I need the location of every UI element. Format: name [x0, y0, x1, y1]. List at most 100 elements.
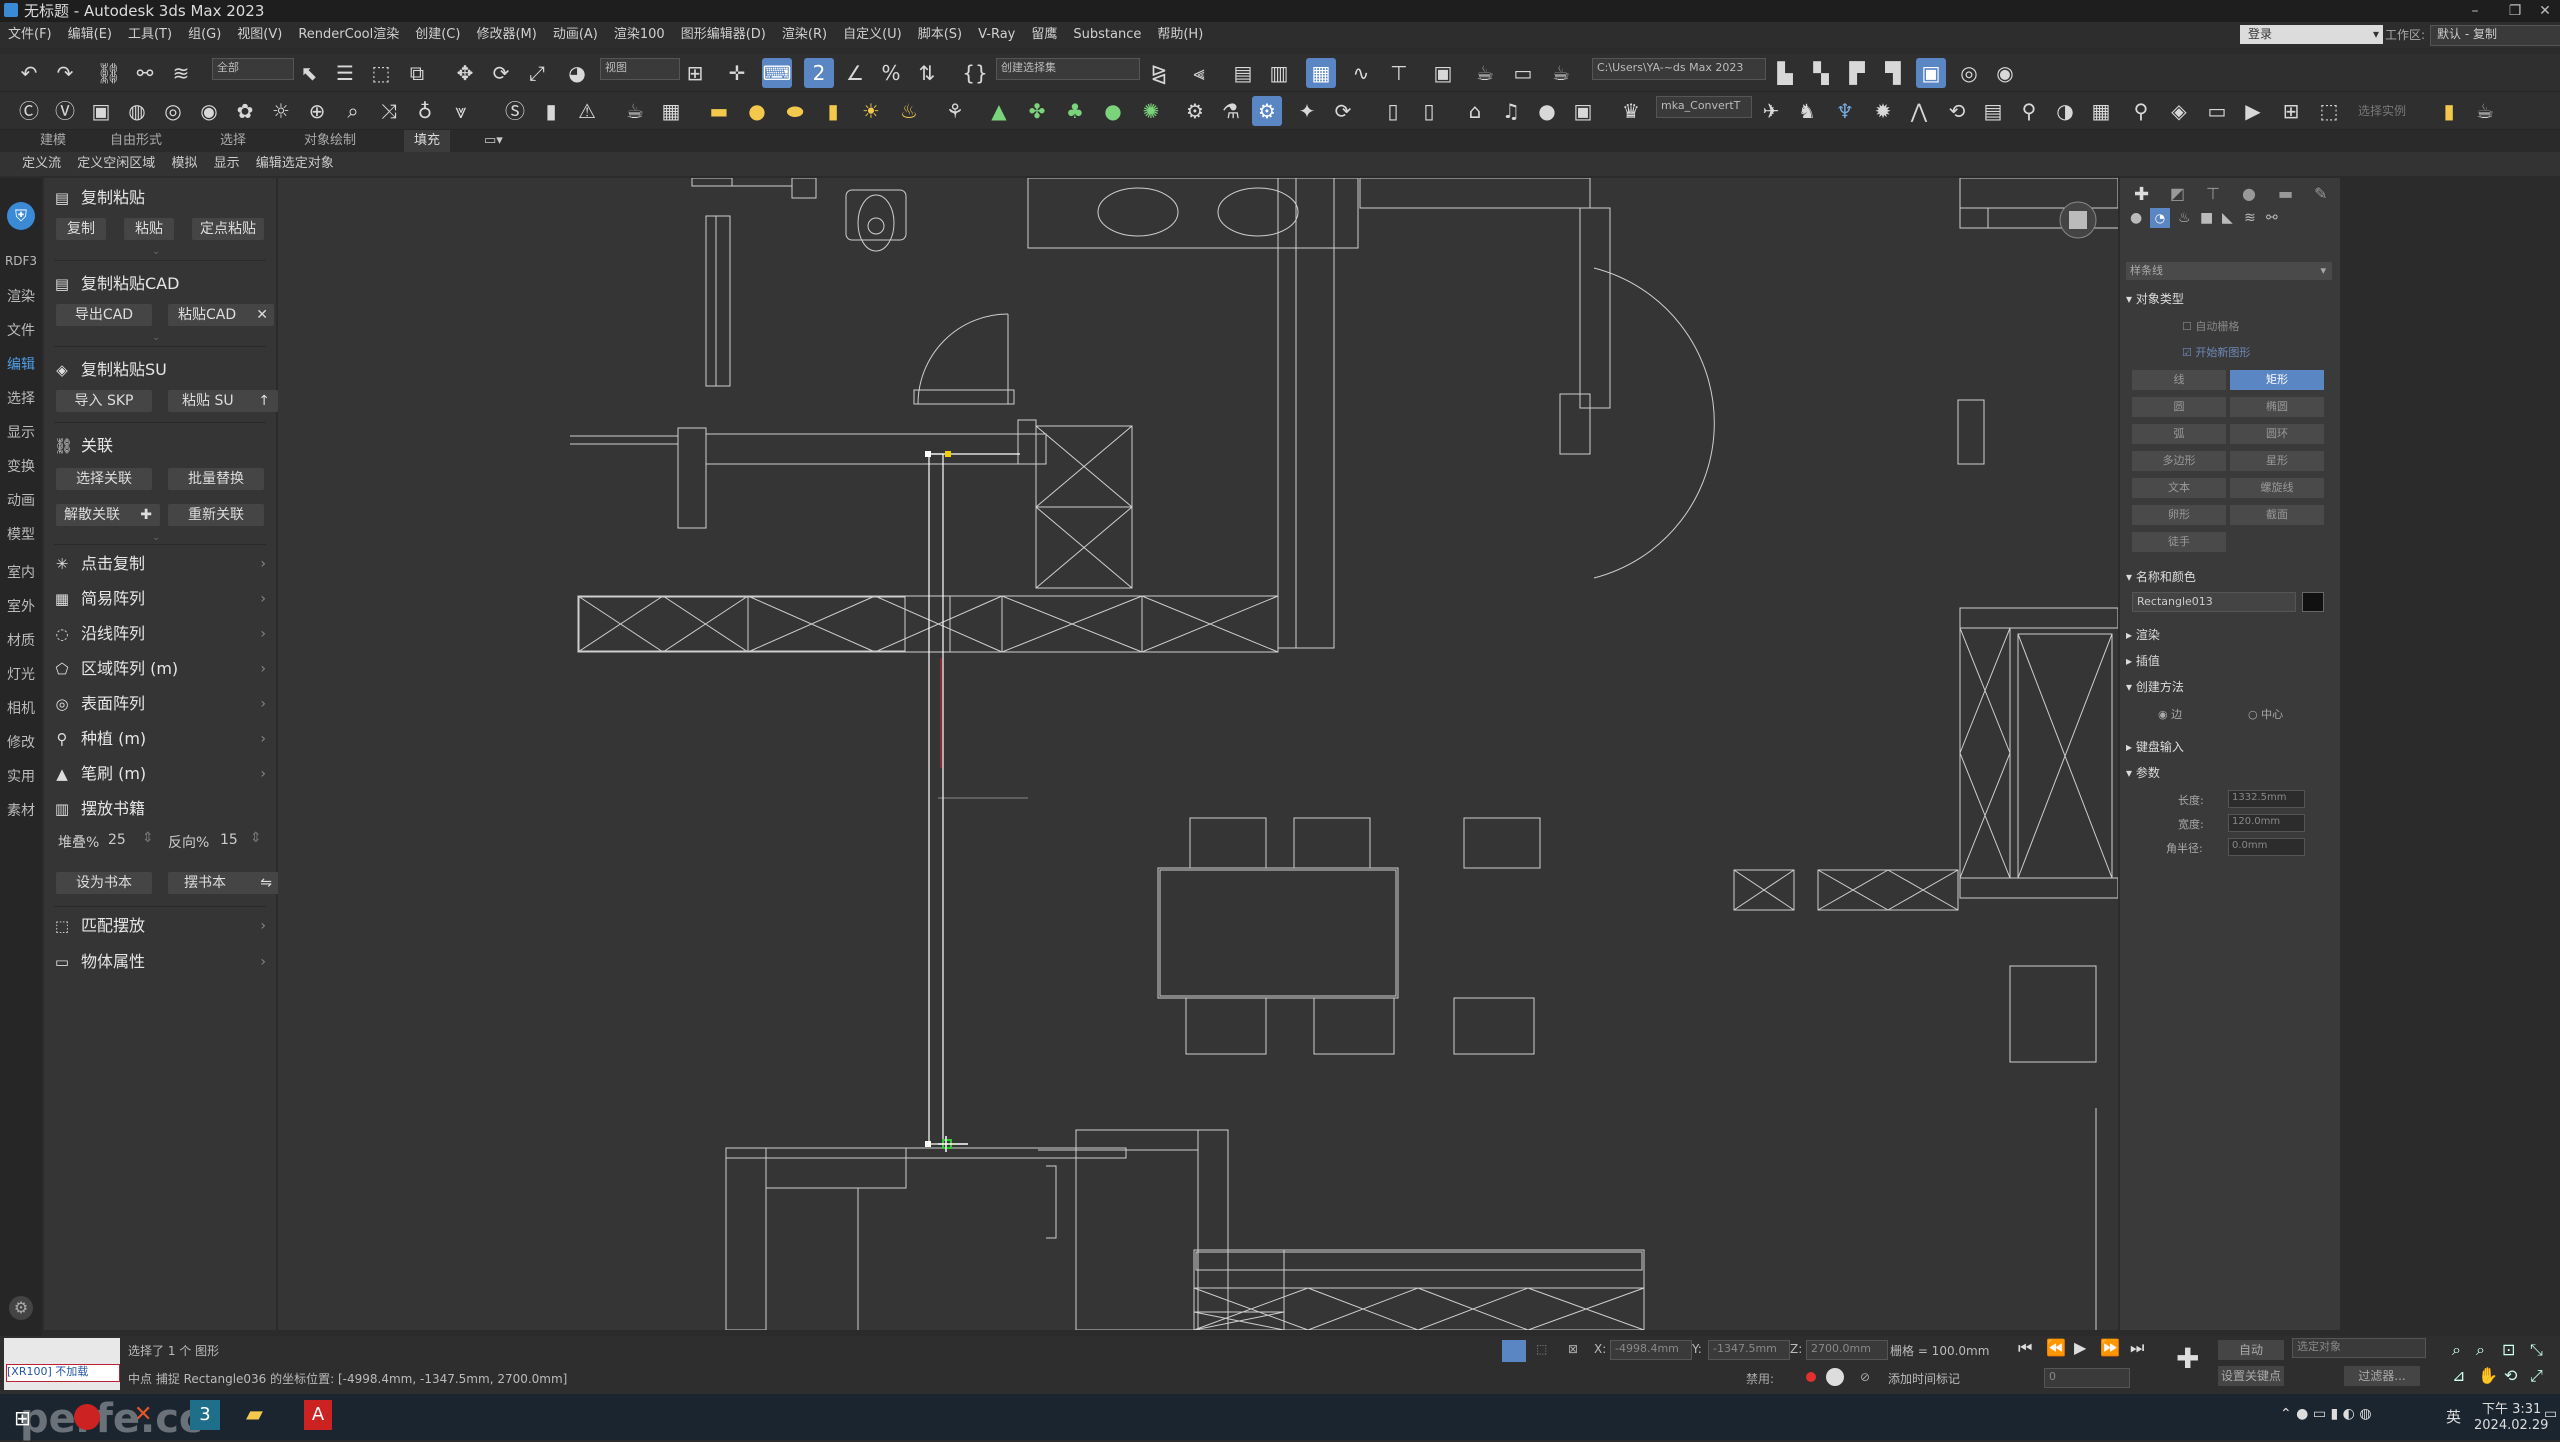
width-field[interactable]: 120.0mm [2228, 814, 2305, 832]
percent-snap-icon[interactable]: % [876, 58, 906, 88]
display-button[interactable]: 显示 [208, 152, 246, 176]
menu-item[interactable]: 组(G) [180, 22, 229, 48]
edit-selected-button[interactable]: 编辑选定对象 [250, 152, 340, 176]
bind-space-warp-icon[interactable]: ≋ [166, 58, 196, 88]
plugin-logo-icon[interactable]: ⛨ [7, 202, 35, 230]
redo-icon[interactable]: ↷ [50, 58, 80, 88]
shape-freehand-button[interactable]: 徒手 [2132, 532, 2226, 552]
category-tab[interactable]: 变换 [0, 456, 42, 476]
utilities-tab-icon[interactable]: ✎ [2314, 184, 2327, 203]
time-tag-icon[interactable]: ⊘ [1860, 1370, 1870, 1384]
plugin-tree2-icon[interactable]: ✤ [1022, 96, 1052, 126]
collapse-chevron-icon[interactable]: ⌄ [152, 332, 160, 343]
menu-item[interactable]: 帮助(H) [1149, 22, 1211, 48]
rollout-parameters[interactable]: ▾ 参数 [2126, 764, 2332, 782]
define-idle-areas-button[interactable]: 定义空闲区域 [71, 152, 161, 176]
menu-planting[interactable]: ⚲ 种植 (m) › [44, 725, 276, 753]
light-rect-icon[interactable]: ▬ [704, 96, 734, 126]
category-tab[interactable]: 实用 [0, 766, 42, 786]
container-icon[interactable]: ▣ [1916, 58, 1946, 88]
rollout-interpolation[interactable]: ▸ 插值 [2126, 652, 2332, 670]
spinner-snap-icon[interactable]: ⇅ [912, 58, 942, 88]
category-tab[interactable]: 动画 [0, 490, 42, 510]
reverse-percent-value[interactable]: 15 [220, 832, 238, 848]
notification-icon[interactable]: ▭ [2544, 1406, 2557, 1422]
plugin-tool1-icon[interactable]: ⚙ [1180, 96, 1210, 126]
edge-radio[interactable]: ◉ 边 [2158, 706, 2182, 722]
menu-item[interactable]: RenderCool渲染 [290, 22, 407, 48]
zoom-icon[interactable]: ⌕ [2452, 1340, 2461, 1360]
align-icon[interactable]: ⫷ [1184, 58, 1214, 88]
plugin-s-icon[interactable]: Ⓢ [500, 96, 530, 126]
lights-icon[interactable]: ♨ [2178, 210, 2191, 226]
plugin-circle2-icon[interactable]: ◉ [194, 96, 224, 126]
menu-item[interactable]: 脚本(S) [910, 22, 970, 48]
plugin-dot-icon[interactable]: ● [1532, 96, 1562, 126]
category-tab[interactable]: 文件 [0, 320, 42, 340]
scale-icon[interactable]: ⤢ [522, 58, 552, 88]
menu-surface-array[interactable]: ◎ 表面阵列 › [44, 690, 276, 718]
set-key-button[interactable]: 设置关键点 [2218, 1366, 2284, 1386]
plugin-sun-icon[interactable]: ☼ [266, 96, 296, 126]
plugin-tool7-icon[interactable]: ▯ [1414, 96, 1444, 126]
absolute-mode-icon[interactable]: ⬚ [1536, 1342, 1547, 1356]
goto-end-icon[interactable]: ⏭ [2130, 1338, 2144, 1358]
menu-item[interactable]: 自定义(U) [835, 22, 910, 48]
plugin-c-icon[interactable]: Ⓒ [14, 96, 44, 126]
tray-icons[interactable]: ⌃ ● ▭ ▮ ◐ ◍ [2280, 1406, 2372, 1422]
tab-populate[interactable]: 填充 [404, 130, 451, 152]
motion-tab-icon[interactable]: ● [2242, 184, 2256, 203]
clock-time[interactable]: 下午 3:31 [2482, 1398, 2541, 1417]
menu-match-place[interactable]: ⬚ 匹配摆放 › [44, 912, 276, 940]
menu-place-books[interactable]: ▥ 摆放书籍 [44, 795, 276, 823]
stack-spinner-icon[interactable]: ⇕ [142, 830, 154, 846]
x-coord-field[interactable]: -4998.4mm [1610, 1340, 1692, 1360]
place-book-button[interactable]: 摆书本 ⇋ [168, 872, 280, 894]
auto-key-button[interactable]: 自动 [2218, 1340, 2284, 1360]
plugin-q-icon[interactable]: ▮ [2434, 96, 2464, 126]
file-explorer-icon[interactable]: ▰ [246, 1402, 263, 1427]
plugin-a-icon[interactable]: ✈ [1756, 96, 1786, 126]
layer-explorer-icon[interactable]: ▥ [1264, 58, 1294, 88]
plugin-bars-icon[interactable]: ▮ [536, 96, 566, 126]
spacewarps-icon[interactable]: ≋ [2244, 210, 2256, 226]
workspace-dropdown[interactable]: 默认 - 复制 [2430, 25, 2560, 46]
start-new-shape-checkbox[interactable]: ☑ 开始新图形 [2182, 344, 2250, 360]
menu-item[interactable]: 修改器(M) [468, 22, 544, 48]
menu-item[interactable]: 工具(T) [120, 22, 180, 48]
activeshade-icon[interactable]: ◉ [1990, 58, 2020, 88]
plugin-dll-icon[interactable]: ◍ [122, 96, 152, 126]
project-new-icon[interactable]: ▛ [1842, 58, 1872, 88]
collapse-chevron-icon[interactable]: ⌄ [152, 532, 160, 543]
ime-indicator[interactable]: 英 [2446, 1406, 2461, 1427]
menu-brush[interactable]: ▲ 笔刷 (m) › [44, 760, 276, 788]
category-tab[interactable]: 室内 [0, 562, 42, 582]
plugin-house-icon[interactable]: ⌂ [1460, 96, 1490, 126]
shape-text-button[interactable]: 文本 [2132, 478, 2226, 498]
menu-item[interactable]: 渲染100 [606, 22, 673, 48]
plugin-f-icon[interactable]: ⟲ [1942, 96, 1972, 126]
menu-item[interactable]: Substance [1065, 22, 1149, 48]
menu-path-array[interactable]: ◌ 沿线阵列 › [44, 620, 276, 648]
auto-grid-checkbox[interactable]: ☐ 自动栅格 [2182, 318, 2239, 334]
menu-click-copy[interactable]: ✳ 点击复制 › [44, 550, 276, 578]
object-name-field[interactable]: Rectangle013 [2132, 592, 2296, 612]
scene-explorer-icon[interactable]: ▤ [1228, 58, 1258, 88]
plugin-tool5-icon[interactable]: ⟳ [1328, 96, 1358, 126]
plugin-i-icon[interactable]: ◑ [2050, 96, 2080, 126]
center-radio[interactable]: ○ 中心 [2248, 706, 2283, 722]
rollout-name-color[interactable]: ▾ 名称和颜色 [2126, 568, 2332, 586]
add-time-tag[interactable]: 添加时间标记 [1888, 1370, 1960, 1387]
category-tab[interactable]: 显示 [0, 422, 42, 442]
shape-ngon-button[interactable]: 多边形 [2132, 451, 2226, 471]
plugin-r-icon[interactable]: ☕ [2470, 96, 2500, 126]
stack-percent-value[interactable]: 25 [108, 832, 126, 848]
category-tab[interactable]: RDF3 [0, 254, 42, 268]
angle-snap-icon[interactable]: ∠ [840, 58, 870, 88]
define-flows-button[interactable]: 定义流 [16, 152, 67, 176]
category-tab[interactable]: 修改 [0, 732, 42, 752]
plugin-tree4-icon[interactable]: ● [1098, 96, 1128, 126]
simulate-button[interactable]: 模拟 [165, 152, 203, 176]
mirror-icon[interactable]: ⧎ [1144, 58, 1174, 88]
place-icon[interactable]: ◕ [562, 58, 592, 88]
